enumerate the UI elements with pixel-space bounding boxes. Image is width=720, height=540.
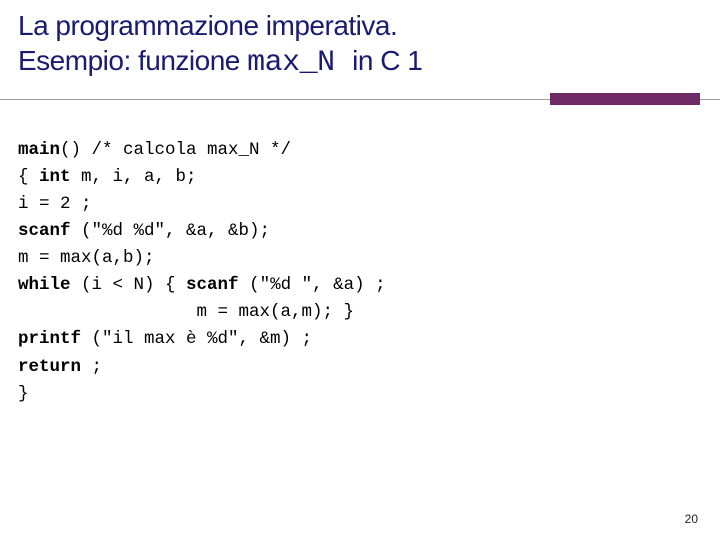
kw-main: main — [18, 140, 60, 160]
page-number: 20 — [685, 512, 698, 526]
code-l10: } — [18, 384, 29, 404]
title-line1: La programmazione imperativa. — [18, 10, 397, 41]
code-l1b: () /* calcola max_N */ — [60, 140, 291, 160]
title-line2a: Esempio: funzione — [18, 45, 247, 76]
code-l6b: (i < N) { — [71, 275, 187, 295]
slide: La programmazione imperativa. Esempio: f… — [0, 0, 720, 540]
divider-accent — [550, 93, 700, 105]
kw-scanf2: scanf — [186, 275, 239, 295]
code-l2a: { — [18, 167, 39, 187]
kw-while: while — [18, 275, 71, 295]
kw-int: int — [39, 167, 71, 187]
code-l5: m = max(a,b); — [18, 248, 155, 268]
slide-title: La programmazione imperativa. Esempio: f… — [18, 8, 702, 83]
code-l9b: ; — [81, 357, 102, 377]
title-line2b: in C 1 — [352, 45, 422, 76]
code-l2c: m, i, a, b; — [71, 167, 197, 187]
kw-scanf1: scanf — [18, 221, 71, 241]
code-l4b: ("%d %d", &a, &b); — [71, 221, 271, 241]
code-block: main() /* calcola max_N */ { int m, i, a… — [18, 137, 702, 408]
code-l7: m = max(a,m); } — [18, 302, 354, 322]
code-l8b: ("il max è %d", &m) ; — [81, 329, 312, 349]
kw-printf: printf — [18, 329, 81, 349]
code-l6d: ("%d ", &a) ; — [239, 275, 386, 295]
title-mono: max_N — [247, 46, 352, 80]
divider — [18, 89, 702, 119]
code-l3: i = 2 ; — [18, 194, 92, 214]
kw-return: return — [18, 357, 81, 377]
